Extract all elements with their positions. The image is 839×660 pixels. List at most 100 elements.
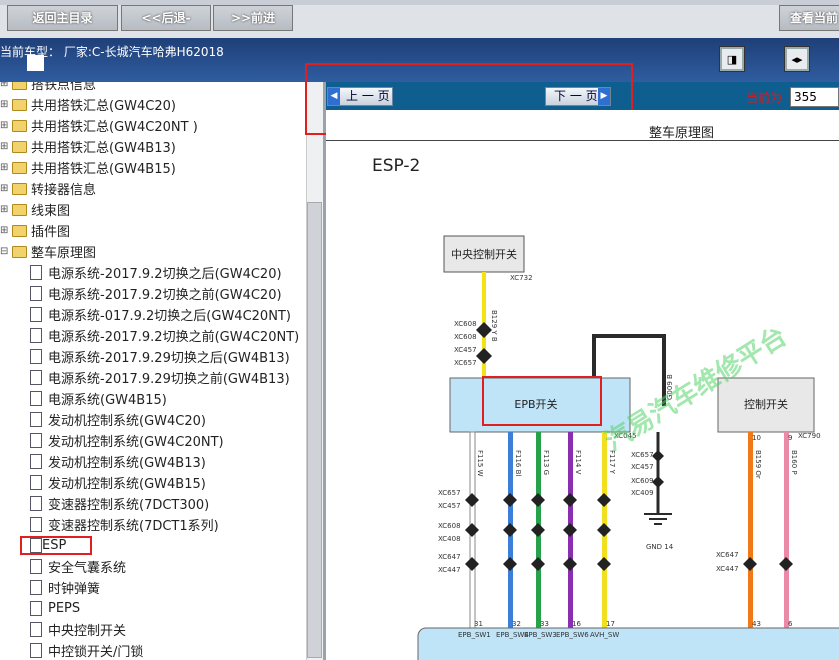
control-switch-label: 控制开关 bbox=[744, 397, 788, 411]
conn-mid-5: XC647 bbox=[438, 553, 461, 561]
tree-item[interactable]: 变速器控制系统(7DCT300) bbox=[30, 493, 209, 514]
expand-right-icon[interactable]: ◨ bbox=[719, 46, 745, 72]
back-main-button[interactable]: 返回主目录 bbox=[7, 5, 118, 31]
tree-item[interactable]: 电源系统-2017.9.2切换之前(GW4C20) bbox=[30, 283, 282, 304]
tree-item-label: 共用搭铁汇总(GW4C20) bbox=[31, 99, 176, 114]
document-icon bbox=[30, 601, 42, 616]
tree-item[interactable]: 发动机控制系统(GW4B15) bbox=[30, 472, 206, 493]
current-page-input[interactable] bbox=[790, 87, 839, 107]
document-icon bbox=[30, 328, 42, 343]
tree-item[interactable]: 时钟弹簧 bbox=[30, 577, 100, 598]
tree-item[interactable]: ⊞ 转接器信息 bbox=[0, 178, 96, 199]
tree-item-label: 安全气囊系统 bbox=[48, 561, 127, 576]
tree-item[interactable]: ⊟ 整车原理图 bbox=[0, 241, 96, 262]
tree-item-label: 整车原理图 bbox=[31, 246, 97, 261]
document-icon bbox=[30, 517, 42, 532]
expand-icon[interactable]: ⊞ bbox=[0, 225, 12, 236]
tree-item[interactable]: 电源系统-2017.9.29切换之前(GW4B13) bbox=[30, 367, 290, 388]
conn-gnd-3: XC609 bbox=[631, 477, 654, 485]
view-current-button[interactable]: 查看当前 bbox=[779, 5, 839, 31]
tree-item-label: PEPS bbox=[48, 601, 81, 616]
folder-icon bbox=[12, 82, 27, 90]
tree-item-label: 共用搭铁汇总(GW4B13) bbox=[31, 141, 176, 156]
tree-item[interactable]: ⊞ 插件图 bbox=[0, 220, 70, 241]
tree-item[interactable]: 中央控制开关 bbox=[30, 619, 126, 640]
expand-icon[interactable]: ⊞ bbox=[0, 183, 12, 194]
splice-diamond bbox=[503, 523, 517, 537]
splice-diamond bbox=[531, 557, 545, 571]
tree-item-label: 电源系统-2017.9.29切换之前(GW4B13) bbox=[48, 372, 290, 387]
tree-item[interactable]: PEPS bbox=[30, 598, 80, 619]
document-icon bbox=[30, 433, 42, 448]
tree-item[interactable]: 发动机控制系统(GW4B13) bbox=[30, 451, 206, 472]
tree-item[interactable]: 电源系统-017.9.2切换之后(GW4C20NT) bbox=[30, 304, 291, 325]
document-icon bbox=[30, 286, 42, 301]
splice-diamond bbox=[465, 493, 479, 507]
tree-item[interactable]: 中控锁开关/门锁 bbox=[30, 640, 143, 660]
tree-item-label: 变速器控制系统(7DCT300) bbox=[48, 498, 210, 513]
tree-item[interactable]: 电源系统-2017.9.2切换之前(GW4C20NT) bbox=[30, 325, 299, 346]
tree-scrollbar-thumb[interactable] bbox=[307, 202, 322, 658]
wire-label: F116 Bl bbox=[514, 450, 522, 476]
expand-icon[interactable]: ⊞ bbox=[0, 99, 12, 110]
control-pin-top: 10 bbox=[752, 434, 761, 442]
tree-item-label: 中央控制开关 bbox=[48, 624, 127, 639]
expand-icon[interactable]: ⊞ bbox=[0, 141, 12, 152]
document-icon bbox=[30, 454, 42, 469]
esp-pin-labels: EPB_SW1 EPB_SW4EPB_SW3 EPB_SW6 AVH_SW bbox=[458, 631, 619, 639]
tree-item[interactable]: ESP bbox=[20, 535, 93, 556]
wire-top-label: B129 Y B bbox=[490, 310, 498, 342]
folder-icon bbox=[12, 98, 27, 111]
control-pin-bottom: 6 bbox=[788, 620, 793, 628]
tree-item[interactable]: ⊞ 共用搭铁汇总(GW4B13) bbox=[0, 136, 176, 157]
catalog-tree: ⊞ 搭铁点信息 ⊞ 共用搭铁汇总(GW4C20) ⊞ 共用搭铁汇总(GW4C20NT ) ⊞… bbox=[0, 82, 306, 660]
tree-item[interactable]: 安全气囊系统 bbox=[30, 556, 126, 577]
document-icon bbox=[30, 307, 42, 322]
document-icon bbox=[30, 622, 42, 637]
tree-item[interactable]: 电源系统-2017.9.2切换之后(GW4C20) bbox=[30, 262, 282, 283]
tree-item-label: 电源系统-2017.9.2切换之前(GW4C20) bbox=[48, 288, 282, 303]
conn-left-4: XC657 bbox=[454, 359, 477, 367]
tree-item[interactable]: ⊞ 线束图 bbox=[0, 199, 70, 220]
expand-icon[interactable]: ⊞ bbox=[0, 204, 12, 215]
splice-diamond bbox=[465, 523, 479, 537]
control-wire-label: B159 Or bbox=[754, 450, 762, 479]
prev-button[interactable]: <<后退- bbox=[121, 5, 211, 31]
tree-item-label: 发动机控制系统(GW4B15) bbox=[48, 477, 206, 492]
expand-icon[interactable]: ⊟ bbox=[0, 246, 12, 257]
splice-diamond bbox=[531, 493, 545, 507]
tree-item[interactable]: 发动机控制系统(GW4C20NT) bbox=[30, 430, 224, 451]
expand-icon[interactable]: ⊞ bbox=[0, 82, 12, 89]
current-page-label: 当前为 bbox=[746, 91, 783, 105]
tree-item[interactable]: 电源系统-2017.9.29切换之后(GW4B13) bbox=[30, 346, 290, 367]
tree-item-label: ESP bbox=[20, 536, 93, 555]
pin-bottom: 17 bbox=[606, 620, 615, 628]
document-icon bbox=[30, 349, 42, 364]
folder-icon bbox=[12, 203, 27, 216]
tree-item-label: 电源系统-2017.9.2切换之后(GW4C20) bbox=[48, 267, 282, 282]
tree-item[interactable]: ⊞ 共用搭铁汇总(GW4C20NT ) bbox=[0, 115, 198, 136]
conn-mid-6: XC447 bbox=[438, 566, 461, 574]
splice-diamond bbox=[563, 493, 577, 507]
expand-icon[interactable]: ⊞ bbox=[0, 120, 12, 131]
document-icon bbox=[30, 643, 42, 658]
tree-item[interactable]: ⊞ 共用搭铁汇总(GW4C20) bbox=[0, 94, 176, 115]
wire-label: F113 G bbox=[542, 450, 550, 475]
collapse-icon[interactable]: ◂▸ bbox=[784, 46, 810, 72]
splice-diamond bbox=[563, 523, 577, 537]
esp-pin-label: EPB_SW6 bbox=[556, 631, 589, 639]
tree-item[interactable]: 电源系统(GW4B15) bbox=[30, 388, 167, 409]
tree-item[interactable]: ⊞ 共用搭铁汇总(GW4B15) bbox=[0, 157, 176, 178]
expand-icon[interactable]: ⊞ bbox=[0, 162, 12, 173]
tree-item[interactable]: 变速器控制系统(7DCT1系列) bbox=[30, 514, 219, 535]
prev-label: <<后退- bbox=[141, 11, 191, 25]
tree-item[interactable]: ⊞ 搭铁点信息 bbox=[0, 82, 96, 94]
tree-item-label: 发动机控制系统(GW4B13) bbox=[48, 456, 206, 471]
next-button[interactable]: >>前进 bbox=[213, 5, 293, 31]
xc732-label: XC732 bbox=[510, 274, 533, 282]
tree-item-label: 共用搭铁汇总(GW4C20NT ) bbox=[31, 120, 198, 135]
tree-item-label: 变速器控制系统(7DCT1系列) bbox=[48, 519, 219, 534]
tree-item-label: 发动机控制系统(GW4C20) bbox=[48, 414, 206, 429]
epb-highlight-box bbox=[482, 376, 602, 426]
tree-item[interactable]: 发动机控制系统(GW4C20) bbox=[30, 409, 206, 430]
